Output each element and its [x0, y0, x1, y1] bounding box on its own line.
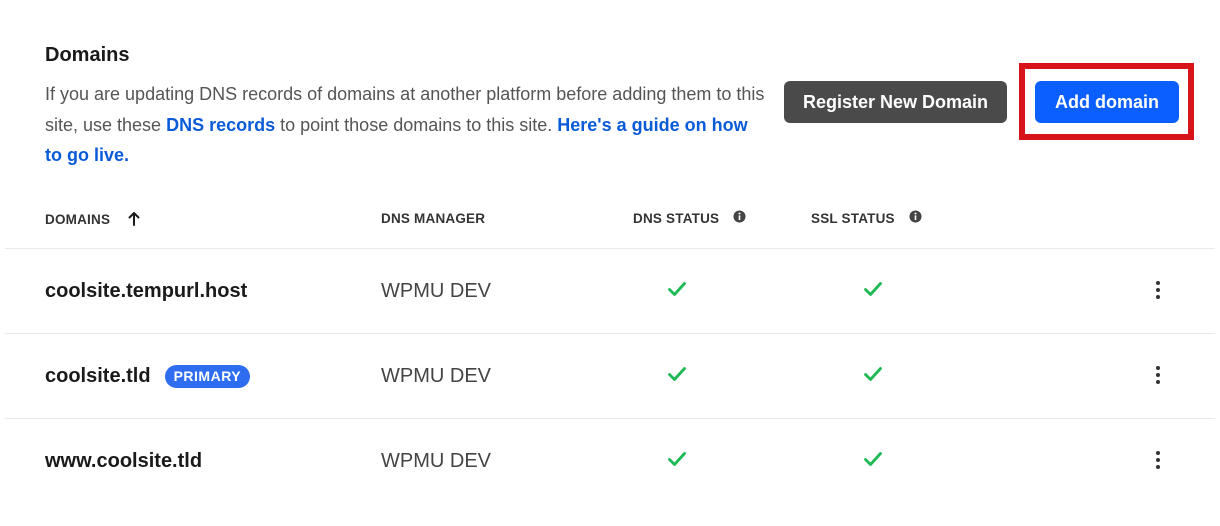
domain-cell: coolsite.tld PRIMARY: [45, 334, 251, 419]
domain-name: coolsite.tld: [45, 365, 151, 387]
check-icon: [864, 282, 882, 296]
check-icon: [864, 452, 882, 466]
info-icon[interactable]: [733, 210, 746, 223]
table-row: coolsite.tld PRIMARY WPMU DEV: [0, 334, 1220, 419]
column-header-domains[interactable]: DOMAINS: [45, 211, 142, 227]
kebab-menu-icon[interactable]: [1150, 364, 1166, 386]
info-icon[interactable]: [909, 210, 922, 223]
domain-name: coolsite.tempurl.host: [45, 280, 248, 302]
column-header-dns-status: DNS STATUS: [633, 210, 746, 226]
column-label-domains: DOMAINS: [45, 211, 111, 227]
add-domain-button[interactable]: Add domain: [1035, 81, 1179, 123]
check-icon: [864, 367, 882, 381]
dns-records-link[interactable]: DNS records: [166, 115, 275, 135]
column-header-dns-manager: DNS MANAGER: [381, 211, 485, 226]
kebab-menu-icon[interactable]: [1150, 449, 1166, 471]
domain-cell: coolsite.tempurl.host: [45, 249, 247, 334]
column-label-dns-status: DNS STATUS: [633, 211, 720, 226]
table-header: DOMAINS DNS MANAGER DNS STATUS SSL STATU…: [0, 210, 1220, 233]
domain-cell: www.coolsite.tld: [45, 419, 202, 504]
column-header-ssl-status: SSL STATUS: [811, 210, 922, 226]
column-label-dns-manager: DNS MANAGER: [381, 211, 486, 226]
check-icon: [668, 452, 686, 466]
check-icon: [668, 367, 686, 381]
domain-name: www.coolsite.tld: [45, 450, 203, 472]
table-row: www.coolsite.tld WPMU DEV: [0, 419, 1220, 504]
description-text-2: to point those domains to this site.: [275, 114, 558, 135]
section-description: If you are updating DNS records of domai…: [45, 79, 765, 171]
check-icon: [668, 282, 686, 296]
register-new-domain-button[interactable]: Register New Domain: [784, 81, 1007, 123]
dns-manager-cell: WPMU DEV: [381, 280, 491, 302]
dns-manager-cell: WPMU DEV: [381, 365, 491, 387]
dns-manager-cell: WPMU DEV: [381, 450, 491, 472]
kebab-menu-icon[interactable]: [1150, 279, 1166, 301]
column-label-ssl-status: SSL STATUS: [811, 211, 895, 226]
section-title: Domains: [45, 44, 130, 66]
primary-badge: PRIMARY: [164, 365, 251, 388]
arrow-up-icon[interactable]: [126, 211, 142, 227]
table-row: coolsite.tempurl.host WPMU DEV: [0, 249, 1220, 334]
